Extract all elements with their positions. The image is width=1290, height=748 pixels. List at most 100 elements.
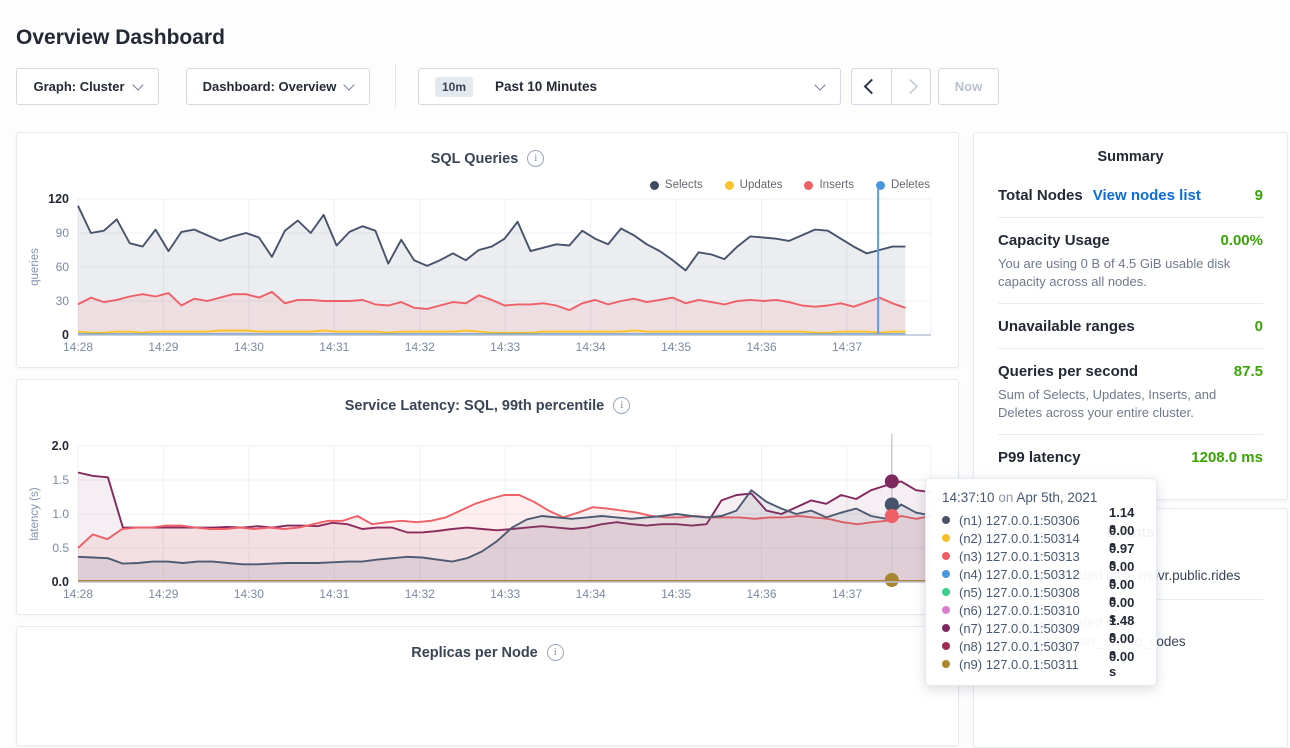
svg-text:2.0: 2.0 [52,439,69,453]
tooltip-node-row: (n9) 127.0.0.1:50311 0.00 s [942,655,1140,673]
svg-text:14:37: 14:37 [832,340,862,354]
time-range-label: Past 10 Minutes [495,79,597,94]
graph-selector-label: Graph: Cluster [33,79,124,94]
summary-row: Total Nodes View nodes list 9 [998,173,1263,217]
node-color-dot [942,660,950,668]
svg-text:0.0: 0.0 [52,575,69,589]
chevron-down-icon [132,79,143,90]
summary-row: Queries per second 87.5 Sum of Selects, … [998,348,1263,434]
dashboard-selector-label: Dashboard: Overview [203,79,337,94]
svg-text:14:33: 14:33 [490,587,520,601]
tooltip-timestamp: 14:37:10 on Apr 5th, 2021 [942,490,1140,505]
svg-text:1.0: 1.0 [52,507,69,521]
chevron-left-icon [863,79,879,95]
time-range-picker[interactable]: 10m Past 10 Minutes [418,68,841,105]
replicas-per-node-chart-title: Replicas per Node [411,645,538,661]
svg-text:14:29: 14:29 [148,587,178,601]
node-color-dot [942,534,950,542]
summary-panel: Summary Total Nodes View nodes list 9 Ca… [973,132,1288,500]
summary-row-label: Total Nodes [998,187,1083,204]
summary-row-label: Unavailable ranges [998,318,1135,335]
svg-text:14:29: 14:29 [148,340,178,354]
svg-text:60: 60 [56,260,70,274]
chart-hover-tooltip: 14:37:10 on Apr 5th, 2021 (n1) 127.0.0.1… [925,478,1157,686]
summary-panel-title: Summary [998,149,1263,165]
summary-row-description: You are using 0 B of 4.5 GiB usable disk… [998,255,1263,290]
time-range-badge: 10m [435,77,473,97]
svg-text:14:37: 14:37 [832,587,862,601]
time-back-button[interactable] [852,69,891,104]
node-address: (n3) 127.0.0.1:50313 [959,549,1105,564]
sql-queries-chart[interactable]: 14:28 14:29 14:30 14:31 14:32 14:33 14:34 14:35… [17,133,960,369]
svg-text:0.5: 0.5 [52,541,69,555]
svg-text:1.5: 1.5 [52,473,69,487]
svg-text:14:31: 14:31 [319,340,349,354]
node-address: (n6) 127.0.0.1:50310 [959,603,1105,618]
summary-row-value: 9 [1255,187,1263,204]
summary-row: P99 latency 1208.0 ms [998,434,1263,479]
service-latency-chart-card: Service Latency: SQL, 99th percentile i … [16,379,959,615]
svg-text:14:28: 14:28 [63,340,93,354]
time-forward-button[interactable] [891,69,931,104]
svg-text:14:34: 14:34 [576,340,606,354]
node-address: (n7) 127.0.0.1:50309 [959,621,1105,636]
summary-row-description: Sum of Selects, Updates, Inserts, and De… [998,386,1263,421]
summary-row: Unavailable ranges 0 [998,303,1263,348]
dashboard-selector-dropdown[interactable]: Dashboard: Overview [186,68,370,105]
summary-row-value: 0.00% [1220,232,1263,249]
tooltip-rows: (n1) 127.0.0.1:50306 1.14 s (n2) 127.0.0… [942,511,1140,673]
summary-row-value: 87.5 [1234,363,1263,380]
svg-text:14:36: 14:36 [746,587,776,601]
node-address: (n1) 127.0.0.1:50306 [959,513,1105,528]
svg-text:14:33: 14:33 [490,340,520,354]
svg-text:14:32: 14:32 [405,587,435,601]
node-address: (n4) 127.0.0.1:50312 [959,567,1105,582]
summary-row-label: Queries per second [998,363,1138,380]
svg-text:14:35: 14:35 [661,340,691,354]
node-color-dot [942,570,950,578]
time-nav-group [851,68,931,105]
node-color-dot [942,642,950,650]
svg-text:14:30: 14:30 [234,587,264,601]
node-color-dot [942,552,950,560]
svg-text:0: 0 [62,328,69,342]
chevron-down-icon [344,79,355,90]
svg-text:14:34: 14:34 [576,587,606,601]
summary-row-label: P99 latency [998,449,1081,466]
replicas-per-node-chart-card: Replicas per Node i [16,626,959,746]
graph-selector-dropdown[interactable]: Graph: Cluster [16,68,159,105]
svg-text:14:35: 14:35 [661,587,691,601]
svg-text:14:28: 14:28 [63,587,93,601]
chevron-down-icon [814,79,825,90]
view-nodes-list-link[interactable]: View nodes list [1093,187,1201,204]
summary-row-value: 1208.0 ms [1191,449,1263,466]
summary-rows: Total Nodes View nodes list 9 Capacity U… [998,173,1263,479]
svg-text:14:30: 14:30 [234,340,264,354]
svg-text:14:36: 14:36 [746,340,776,354]
node-color-dot [942,588,950,596]
node-address: (n8) 127.0.0.1:50307 [959,639,1105,654]
summary-row-value: 0 [1255,318,1263,335]
svg-text:30: 30 [56,294,70,308]
svg-text:90: 90 [56,226,70,240]
page-title: Overview Dashboard [16,26,225,50]
node-color-dot [942,606,950,614]
svg-text:queries: queries [29,248,41,286]
svg-text:14:31: 14:31 [319,587,349,601]
now-button[interactable]: Now [938,68,999,105]
node-address: (n5) 127.0.0.1:50308 [959,585,1105,600]
sql-queries-chart-card: SQL Queries i SelectsUpdatesInsertsDelet… [16,132,959,368]
svg-text:14:32: 14:32 [405,340,435,354]
summary-row-label: Capacity Usage [998,232,1110,249]
info-icon[interactable]: i [547,644,564,661]
node-color-dot [942,624,950,632]
svg-text:latency (s): latency (s) [29,487,41,540]
node-address: (n9) 127.0.0.1:50311 [959,657,1105,672]
node-latency-value: 0.00 s [1109,649,1140,679]
node-address: (n2) 127.0.0.1:50314 [959,531,1105,546]
node-color-dot [942,516,950,524]
svg-text:120: 120 [48,192,69,206]
chevron-right-icon [903,79,919,95]
toolbar-divider [395,64,396,108]
service-latency-chart[interactable]: 14:28 14:29 14:30 14:31 14:32 14:33 14:34 14:35… [17,380,960,616]
